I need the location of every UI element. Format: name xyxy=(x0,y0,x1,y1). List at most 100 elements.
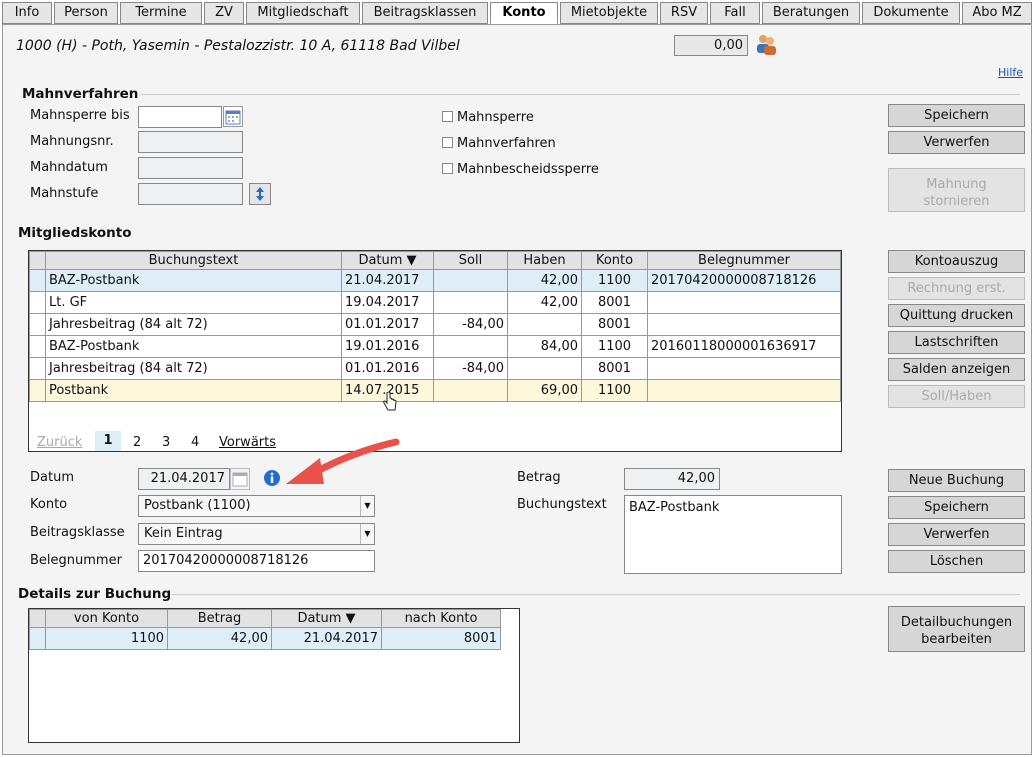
col-belegnummer[interactable]: Belegnummer xyxy=(647,251,841,270)
beitragsklasse-select[interactable]: Kein Eintrag ▼ xyxy=(138,523,375,545)
mahn-discard-button[interactable]: Verwerfen xyxy=(888,131,1025,154)
cell-soll xyxy=(433,379,508,402)
pager-back-link[interactable]: Zurück xyxy=(37,435,82,450)
tab-konto[interactable]: Konto xyxy=(490,2,558,24)
datum-label: Datum xyxy=(30,470,74,485)
mahnsperre-bis-input[interactable] xyxy=(138,106,222,128)
pager-page-4[interactable]: 4 xyxy=(191,435,199,450)
kontoauszug-button[interactable]: Kontoauszug xyxy=(888,250,1025,273)
cell-soll xyxy=(433,269,508,292)
tab-beratungen[interactable]: Beratungen xyxy=(762,2,860,24)
col-datum[interactable]: Datum ▼ xyxy=(271,609,382,628)
soll-haben-button[interactable]: Soll/Haben xyxy=(888,385,1025,408)
tab-termine[interactable]: Termine xyxy=(120,2,202,24)
col-buchungstext[interactable]: Buchungstext xyxy=(45,251,342,270)
cell-belegnummer xyxy=(647,357,841,380)
col-datum[interactable]: Datum ▼ xyxy=(341,251,434,270)
col-haben[interactable]: Haben xyxy=(507,251,582,270)
pager-page-1[interactable]: 1 xyxy=(95,431,121,451)
mahnsperre-bis-label: Mahnsperre bis xyxy=(30,108,130,123)
tab-rsv[interactable]: RSV xyxy=(660,2,708,24)
row-marker xyxy=(29,379,46,402)
cell-soll xyxy=(433,335,508,358)
pager-forward-link[interactable]: Vorwärts xyxy=(219,435,276,450)
tab-beitragsklassen[interactable]: Beitragsklassen xyxy=(362,2,488,24)
divider xyxy=(172,594,1020,595)
calendar-icon[interactable] xyxy=(230,468,250,490)
buchung-discard-button[interactable]: Verwerfen xyxy=(888,523,1025,546)
details-table: von Konto Betrag Datum ▼ nach Konto 1100… xyxy=(29,609,501,650)
table-row[interactable]: BAZ-Postbank 19.01.2016 84,00 1100 20160… xyxy=(29,335,841,358)
tab-mitgliedschaft[interactable]: Mitgliedschaft xyxy=(246,2,360,24)
neue-buchung-button[interactable]: Neue Buchung xyxy=(888,469,1025,492)
mahn-save-button[interactable]: Speichern xyxy=(888,104,1025,127)
col-betrag[interactable]: Betrag xyxy=(167,609,272,628)
lastschriften-button[interactable]: Lastschriften xyxy=(888,331,1025,354)
konto-select[interactable]: Postbank (1100) ▼ xyxy=(138,495,375,517)
cell-haben: 42,00 xyxy=(507,291,582,314)
table-row[interactable]: 1100 42,00 21.04.2017 8001 xyxy=(29,627,501,650)
row-marker-header xyxy=(29,251,46,270)
cell-konto: 1100 xyxy=(581,269,648,292)
mahnungsnr-input[interactable] xyxy=(138,131,243,153)
pager-page-3[interactable]: 3 xyxy=(162,435,170,450)
mahndatum-input[interactable] xyxy=(138,157,243,179)
salden-anzeigen-button[interactable]: Salden anzeigen xyxy=(888,358,1025,381)
detailbuchungen-bearbeiten-button[interactable]: Detailbuchungen bearbeiten xyxy=(888,606,1025,652)
konto-grid: Buchungstext Datum ▼ Soll Haben Konto Be… xyxy=(28,250,842,452)
rechnung-erstellen-button[interactable]: Rechnung erst. xyxy=(888,277,1025,300)
tab-zv[interactable]: ZV xyxy=(204,2,244,24)
mahnstufe-input[interactable] xyxy=(138,183,243,205)
cell-konto: 1100 xyxy=(581,335,648,358)
stepper-icon[interactable] xyxy=(249,183,271,205)
tab-fall[interactable]: Fall xyxy=(710,2,760,24)
betrag-label: Betrag xyxy=(517,470,561,485)
tab-person[interactable]: Person xyxy=(54,2,118,24)
cell-soll: -84,00 xyxy=(433,313,508,336)
info-icon[interactable] xyxy=(263,469,281,487)
mahnsperre-checkbox[interactable] xyxy=(442,111,453,122)
cell-von-konto: 1100 xyxy=(45,627,168,650)
konto-label: Konto xyxy=(30,497,68,512)
betrag-input[interactable]: 42,00 xyxy=(624,468,720,490)
cell-datum: 21.04.2017 xyxy=(341,269,434,292)
col-nach-konto[interactable]: nach Konto xyxy=(381,609,501,628)
cell-soll: -84,00 xyxy=(433,357,508,380)
table-row[interactable]: Jahresbeitrag (84 alt 72) 01.01.2017 -84… xyxy=(29,313,841,336)
balance-field: 0,00 xyxy=(674,35,748,56)
col-konto[interactable]: Konto xyxy=(581,251,648,270)
mahnverfahren-checkbox[interactable] xyxy=(442,137,453,148)
cell-belegnummer xyxy=(647,379,841,402)
tab-bar: Info Person Termine ZV Mitgliedschaft Be… xyxy=(2,2,1032,24)
members-icon[interactable] xyxy=(754,32,778,56)
quittung-drucken-button[interactable]: Quittung drucken xyxy=(888,304,1025,327)
table-row[interactable]: Lt. GF 19.04.2017 42,00 8001 xyxy=(29,291,841,314)
mahnungsnr-label: Mahnungsnr. xyxy=(30,134,114,149)
tab-abo-mz[interactable]: Abo MZ xyxy=(962,2,1032,24)
mahnung-stornieren-button[interactable]: Mahnung stornieren xyxy=(888,168,1025,212)
belegnummer-input[interactable]: 20170420000008718126 xyxy=(138,550,375,572)
table-row[interactable]: Postbank 14.07.2015 69,00 1100 xyxy=(29,379,841,402)
buchungstext-textarea[interactable]: BAZ-Postbank xyxy=(624,495,842,574)
beitragsklasse-select-value: Kein Eintrag xyxy=(144,526,223,541)
mahnbescheidssperre-checkbox[interactable] xyxy=(442,163,453,174)
pager-page-2[interactable]: 2 xyxy=(133,435,141,450)
table-row[interactable]: Jahresbeitrag (84 alt 72) 01.01.2016 -84… xyxy=(29,357,841,380)
tab-dokumente[interactable]: Dokumente xyxy=(862,2,960,24)
tab-info[interactable]: Info xyxy=(2,2,52,24)
cell-datum: 19.01.2016 xyxy=(341,335,434,358)
datum-input[interactable]: 21.04.2017 xyxy=(138,468,230,490)
table-row[interactable]: BAZ-Postbank 21.04.2017 42,00 1100 20170… xyxy=(29,269,841,292)
tab-mietobjekte[interactable]: Mietobjekte xyxy=(560,2,658,24)
buchung-delete-button[interactable]: Löschen xyxy=(888,550,1025,573)
col-soll[interactable]: Soll xyxy=(433,251,508,270)
row-marker xyxy=(29,627,46,650)
help-link[interactable]: Hilfe xyxy=(998,66,1023,79)
col-von-konto[interactable]: von Konto xyxy=(45,609,168,628)
mahnverfahren-label: Mahnverfahren xyxy=(457,136,556,151)
buchung-save-button[interactable]: Speichern xyxy=(888,496,1025,519)
calendar-icon[interactable] xyxy=(223,106,243,127)
mahnstufe-label: Mahnstufe xyxy=(30,186,99,201)
buchungstext-label: Buchungstext xyxy=(517,497,607,512)
cell-haben xyxy=(507,313,582,336)
